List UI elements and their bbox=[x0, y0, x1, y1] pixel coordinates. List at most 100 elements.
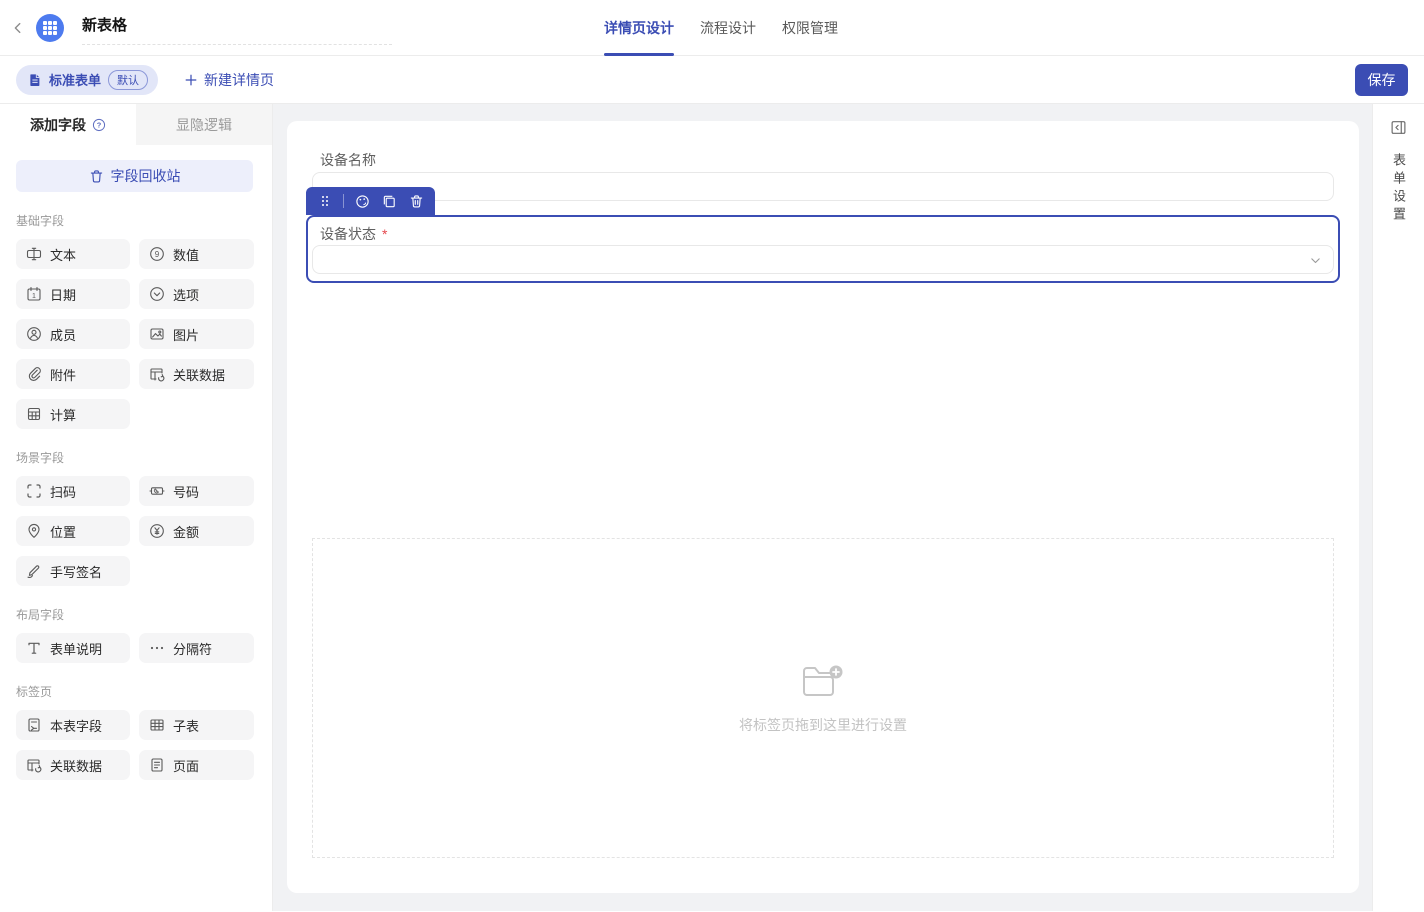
form-canvas[interactable]: 设备名称 设备状态* bbox=[273, 104, 1372, 911]
sidebar-tab-show-hide-logic[interactable]: 显隐逻辑 bbox=[136, 104, 272, 145]
selected-field-device-status[interactable]: 设备状态 * bbox=[306, 215, 1340, 283]
field-item-label: 本表字段 bbox=[50, 716, 102, 735]
chevron-down-icon bbox=[1309, 254, 1322, 267]
scene-fields-grid: 扫码 号码 位置 金额 手写签名 bbox=[16, 476, 253, 586]
field-item-this-form-fields[interactable]: 本表字段 bbox=[16, 710, 130, 740]
sub-bar: 标准表单 默认 新建详情页 保存 bbox=[0, 56, 1424, 104]
field-item-label: 分隔符 bbox=[173, 639, 212, 658]
location-pin-icon bbox=[26, 523, 42, 539]
field-item-label: 位置 bbox=[50, 522, 76, 541]
subtable-icon bbox=[149, 717, 165, 733]
form-settings-label[interactable]: 表单设置 bbox=[1389, 153, 1408, 225]
field-item-date[interactable]: 1 日期 bbox=[16, 279, 130, 309]
field-label-device-status: 设备状态 * bbox=[320, 224, 387, 244]
field-item-label: 扫码 bbox=[50, 482, 76, 501]
field-item-calculation[interactable]: 计算 bbox=[16, 399, 130, 429]
field-item-scan-code[interactable]: 扫码 bbox=[16, 476, 130, 506]
field-item-amount[interactable]: 金额 bbox=[139, 516, 254, 546]
sidebar-tab-add-field-label: 添加字段 bbox=[30, 115, 86, 135]
tab-detail-page-design[interactable]: 详情页设计 bbox=[604, 0, 674, 56]
plus-icon bbox=[184, 73, 198, 87]
tab-pages-grid: 本表字段 子表 关联数据 页面 bbox=[16, 710, 253, 780]
form-pill-standard-form[interactable]: 标准表单 默认 bbox=[16, 65, 158, 95]
section-title-layout-fields: 布局字段 bbox=[16, 606, 253, 623]
editable-title-area[interactable]: 新表格 bbox=[82, 10, 392, 45]
selected-field-toolbar bbox=[306, 187, 435, 215]
field-item-label: 文本 bbox=[50, 245, 76, 264]
field-label-text: 设备状态 bbox=[320, 226, 376, 242]
form-settings-rail: 表单设置 bbox=[1372, 104, 1424, 911]
page-icon bbox=[149, 757, 165, 773]
field-item-form-description[interactable]: 表单说明 bbox=[16, 633, 130, 663]
delete-icon[interactable] bbox=[407, 192, 425, 210]
device-name-input[interactable] bbox=[312, 172, 1334, 201]
form-card: 设备名称 设备状态* bbox=[287, 121, 1359, 893]
back-button[interactable] bbox=[6, 16, 30, 40]
default-badge: 默认 bbox=[108, 70, 148, 90]
field-item-label: 日期 bbox=[50, 285, 76, 304]
field-item-relation-data[interactable]: 关联数据 bbox=[139, 359, 254, 389]
field-item-option[interactable]: 选项 bbox=[139, 279, 254, 309]
field-item-phone-number[interactable]: 号码 bbox=[139, 476, 254, 506]
new-detail-page-button[interactable]: 新建详情页 bbox=[184, 70, 274, 90]
field-recycle-bin-label: 字段回收站 bbox=[111, 166, 181, 186]
field-item-label: 手写签名 bbox=[50, 562, 102, 581]
back-chevron-icon bbox=[11, 21, 25, 35]
top-bar: 新表格 详情页设计 流程设计 权限管理 bbox=[0, 0, 1424, 56]
field-item-number[interactable]: 9 数值 bbox=[139, 239, 254, 269]
number-icon: 9 bbox=[149, 246, 165, 262]
layout-fields-grid: 表单说明 分隔符 bbox=[16, 633, 253, 663]
field-item-label: 选项 bbox=[173, 285, 199, 304]
tab-process-design[interactable]: 流程设计 bbox=[700, 0, 756, 56]
field-item-location[interactable]: 位置 bbox=[16, 516, 130, 546]
attachment-icon bbox=[26, 366, 42, 382]
section-title-tab-pages: 标签页 bbox=[16, 683, 253, 700]
field-item-label: 关联数据 bbox=[173, 365, 225, 384]
signature-icon bbox=[26, 563, 42, 579]
toolbar-divider bbox=[343, 194, 344, 208]
svg-text:9: 9 bbox=[155, 250, 160, 259]
field-item-label: 页面 bbox=[173, 756, 199, 775]
copy-icon[interactable] bbox=[380, 192, 398, 210]
field-item-image[interactable]: 图片 bbox=[139, 319, 254, 349]
calendar-icon: 1 bbox=[26, 286, 42, 302]
sidebar-tab-add-field[interactable]: 添加字段 ? bbox=[0, 104, 136, 145]
field-item-signature[interactable]: 手写签名 bbox=[16, 556, 130, 586]
field-item-label: 计算 bbox=[50, 405, 76, 424]
option-chevron-icon bbox=[149, 286, 165, 302]
field-item-relation-data-tab[interactable]: 关联数据 bbox=[16, 750, 130, 780]
calculator-icon bbox=[26, 406, 42, 422]
field-item-attachment[interactable]: 附件 bbox=[16, 359, 130, 389]
tab-page-dropzone[interactable]: 将标签页拖到这里进行设置 bbox=[312, 538, 1334, 858]
scan-code-icon bbox=[26, 483, 42, 499]
field-item-member[interactable]: 成员 bbox=[16, 319, 130, 349]
field-item-divider[interactable]: 分隔符 bbox=[139, 633, 254, 663]
relation-data-icon bbox=[149, 366, 165, 382]
field-item-label: 金额 bbox=[173, 522, 199, 541]
svg-text:?: ? bbox=[97, 120, 102, 129]
field-item-label: 图片 bbox=[173, 325, 199, 344]
collapse-panel-icon[interactable] bbox=[1389, 117, 1409, 137]
sidebar-body: 字段回收站 基础字段 文本 9 数值 1 日期 选项 bbox=[0, 145, 272, 780]
sidebar-tabs: 添加字段 ? 显隐逻辑 bbox=[0, 104, 272, 145]
phone-number-icon bbox=[149, 483, 165, 499]
tab-permission-management[interactable]: 权限管理 bbox=[782, 0, 838, 56]
new-detail-page-label: 新建详情页 bbox=[204, 70, 274, 90]
field-recycle-bin-button[interactable]: 字段回收站 bbox=[16, 160, 253, 192]
drag-handle-icon[interactable] bbox=[316, 192, 334, 210]
help-circle-icon[interactable]: ? bbox=[92, 118, 106, 132]
field-item-page[interactable]: 页面 bbox=[139, 750, 254, 780]
required-asterisk: * bbox=[382, 226, 387, 242]
field-item-label: 数值 bbox=[173, 245, 199, 264]
save-button[interactable]: 保存 bbox=[1355, 64, 1408, 96]
text-field-icon bbox=[26, 246, 42, 262]
field-item-subtable[interactable]: 子表 bbox=[139, 710, 254, 740]
device-status-select[interactable] bbox=[312, 245, 1334, 274]
palette-icon[interactable] bbox=[353, 192, 371, 210]
field-item-text[interactable]: 文本 bbox=[16, 239, 130, 269]
folder-plus-icon bbox=[799, 662, 847, 702]
this-form-fields-icon bbox=[26, 717, 42, 733]
sidebar-tab-show-hide-logic-label: 显隐逻辑 bbox=[176, 115, 232, 135]
dropzone-hint: 将标签页拖到这里进行设置 bbox=[739, 715, 907, 735]
field-item-label: 附件 bbox=[50, 365, 76, 384]
